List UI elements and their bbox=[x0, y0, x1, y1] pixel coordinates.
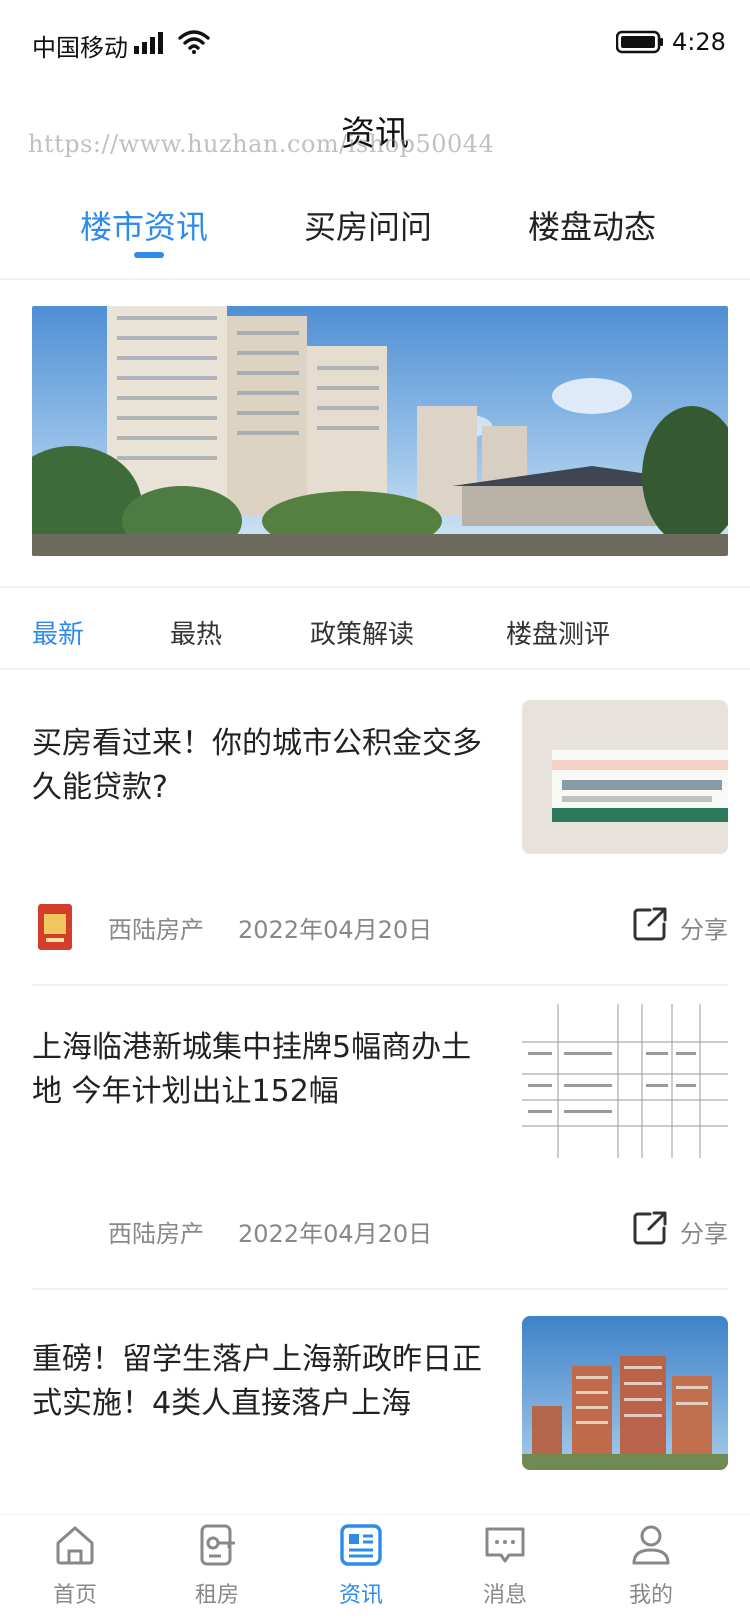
subtab-latest[interactable]: 最新 bbox=[32, 614, 84, 651]
article-source: 西陆房产 bbox=[108, 1220, 204, 1248]
article-title[interactable]: 上海临港新城集中挂牌5幅商办土地 今年计划出让152幅 bbox=[32, 1026, 492, 1114]
subtab-policy[interactable]: 政策解读 bbox=[310, 614, 414, 651]
article-date: 2022年04月20日 bbox=[238, 916, 433, 944]
article-thumbnail[interactable] bbox=[522, 1004, 728, 1158]
nav-messages[interactable]: 消息 bbox=[450, 1523, 560, 1623]
nav-home[interactable]: 首页 bbox=[20, 1523, 130, 1623]
subtab-review[interactable]: 楼盘测评 bbox=[506, 614, 610, 651]
tab-project-updates[interactable]: 楼盘动态 bbox=[528, 202, 656, 248]
main-tab-bar: 楼市资讯 买房问问 楼盘动态 bbox=[0, 190, 750, 280]
article-source: 西陆房产 bbox=[108, 916, 204, 944]
nav-label: 消息 bbox=[482, 1583, 527, 1608]
nav-label: 我的 bbox=[628, 1583, 673, 1608]
news-icon bbox=[340, 1524, 382, 1566]
subtab-hottest[interactable]: 最热 bbox=[170, 614, 222, 651]
tab-market-news[interactable]: 楼市资讯 bbox=[80, 202, 208, 248]
divider bbox=[32, 984, 728, 986]
nav-news[interactable]: 资讯 bbox=[306, 1523, 416, 1623]
status-bar: 中国移动 4:28 bbox=[0, 0, 750, 88]
article-title[interactable]: 重磅！留学生落户上海新政昨日正式实施！4类人直接落户上海 bbox=[32, 1338, 492, 1426]
signal-icon bbox=[134, 32, 163, 54]
watermark-text: https://www.huzhan.com/ishop50044 bbox=[28, 130, 495, 158]
share-icon[interactable] bbox=[632, 906, 668, 942]
active-tab-indicator bbox=[134, 252, 164, 258]
divider bbox=[32, 1288, 728, 1290]
tab-buying-qa[interactable]: 买房问问 bbox=[304, 202, 432, 248]
clock: 4:28 bbox=[672, 28, 726, 56]
article-item[interactable]: 重磅！留学生落户上海新政昨日正式实施！4类人直接落户上海 bbox=[32, 1316, 728, 1476]
banner-image[interactable] bbox=[32, 306, 728, 556]
article-item[interactable]: 买房看过来！你的城市公积金交多久能贷款? 西陆房产 2022年04月20日 分享 bbox=[32, 700, 728, 990]
nav-label: 资讯 bbox=[338, 1583, 383, 1608]
nav-label: 租房 bbox=[194, 1583, 239, 1608]
article-thumbnail[interactable] bbox=[522, 1316, 728, 1470]
article-title[interactable]: 买房看过来！你的城市公积金交多久能贷款? bbox=[32, 722, 492, 810]
sub-tab-bar: 最新 最热 政策解读 楼盘测评 bbox=[0, 586, 750, 670]
article-meta: 西陆房产 2022年04月20日 分享 bbox=[32, 1202, 728, 1262]
article-date: 2022年04月20日 bbox=[238, 1220, 433, 1248]
share-button[interactable]: 分享 bbox=[680, 910, 728, 945]
bottom-nav: 首页 租房 资讯 消息 我的 bbox=[0, 1514, 750, 1624]
share-icon[interactable] bbox=[632, 1210, 668, 1246]
message-icon bbox=[485, 1527, 525, 1563]
carrier-name: 中国移动 bbox=[32, 34, 128, 62]
article-item[interactable]: 上海临港新城集中挂牌5幅商办土地 今年计划出让152幅 西陆房产 2022年04… bbox=[32, 1004, 728, 1294]
nav-rent[interactable]: 租房 bbox=[162, 1523, 272, 1623]
share-button[interactable]: 分享 bbox=[680, 1214, 728, 1249]
publisher-logo-icon bbox=[38, 904, 72, 950]
rent-icon bbox=[200, 1524, 235, 1566]
nav-label: 首页 bbox=[52, 1583, 97, 1608]
article-thumbnail[interactable] bbox=[522, 700, 728, 854]
user-icon bbox=[632, 1525, 670, 1565]
battery-icon bbox=[616, 30, 663, 54]
article-meta: 西陆房产 2022年04月20日 分享 bbox=[32, 898, 728, 958]
wifi-icon bbox=[178, 30, 210, 54]
home-icon bbox=[56, 1526, 94, 1565]
nav-profile[interactable]: 我的 bbox=[596, 1523, 706, 1623]
